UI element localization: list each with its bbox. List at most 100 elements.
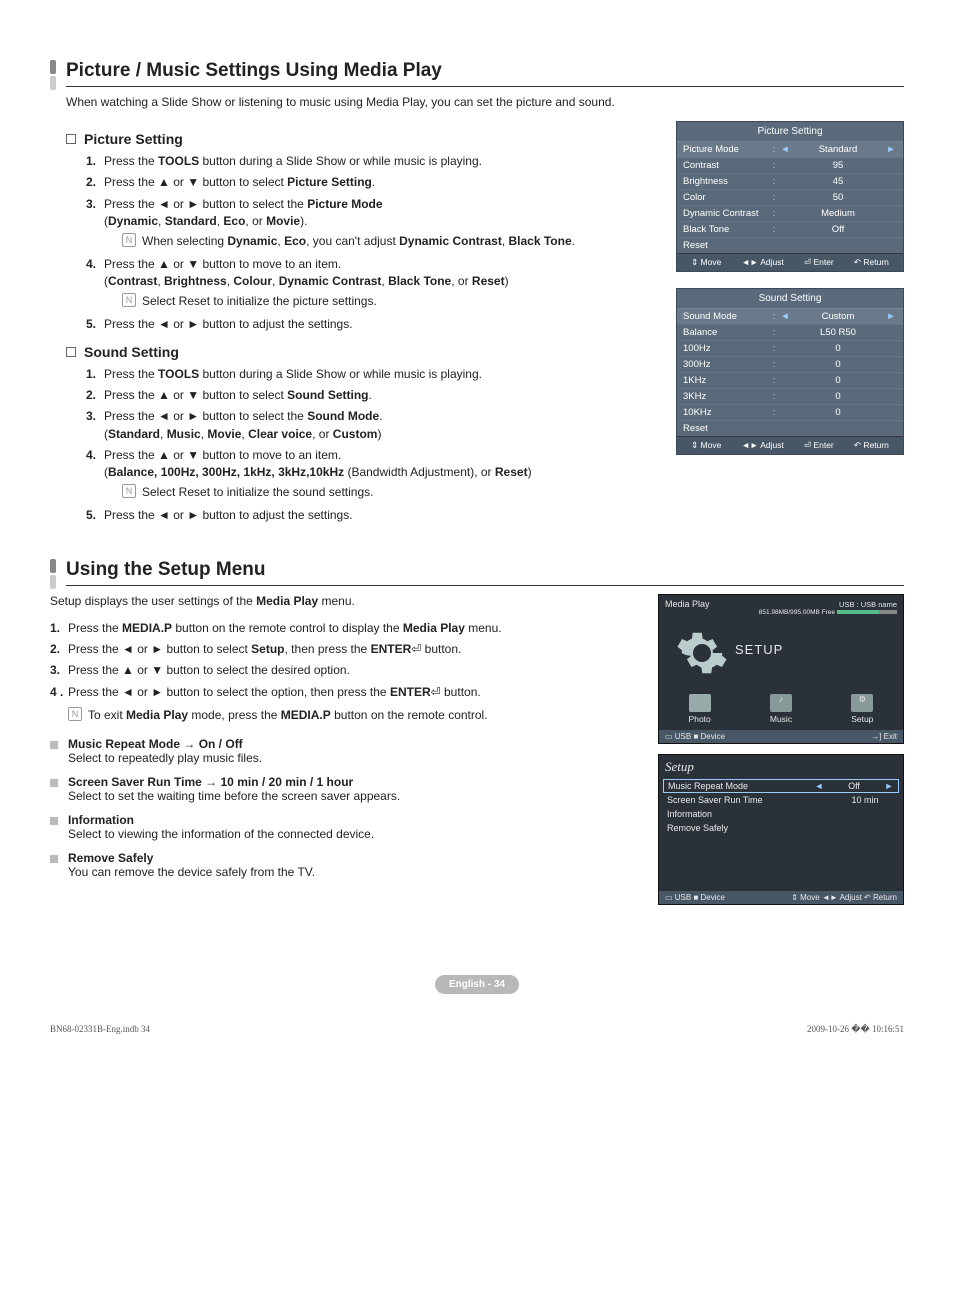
subheading-label: Sound Setting	[84, 344, 179, 360]
osd-row[interactable]: Picture Mode:◄Standard►	[677, 141, 903, 157]
bar-usb: USB	[675, 732, 691, 741]
section-title: Picture / Music Settings Using Media Pla…	[66, 60, 904, 87]
osd-row-label: Picture Mode	[683, 144, 769, 155]
row-value: 10 min	[835, 795, 895, 805]
option-desc: Select to viewing the information of the…	[68, 827, 642, 841]
osd-media-play: Media Play USB : USB name 851.98MB/995.0…	[658, 594, 904, 744]
osd-row-value: 95	[779, 160, 897, 171]
osd-row-value: 0	[779, 391, 897, 402]
osd-row-label: Sound Mode	[683, 311, 769, 322]
osd-row[interactable]: 100Hz:0	[677, 340, 903, 356]
right-arrow-icon[interactable]: ►	[884, 781, 894, 791]
osd-rows: Sound Mode:◄Custom►Balance:L50 R50100Hz:…	[677, 308, 903, 436]
osd-footer: ⇕ Move ◄► Adjust ⏎ Enter ↶ Return	[677, 436, 903, 454]
osd-row[interactable]: Sound Mode:◄Custom►	[677, 308, 903, 324]
picture-steps: 1.Press the TOOLS button during a Slide …	[86, 153, 660, 334]
note-text: To exit Media Play mode, press the MEDIA…	[88, 707, 488, 724]
bar-device: Device	[701, 732, 725, 741]
setup-options-list: Music Repeat Mode → On / OffSelect to re…	[50, 737, 642, 879]
note-text: When selecting Dynamic, Eco, you can't a…	[142, 233, 575, 250]
osd-row-label: Reset	[683, 240, 769, 251]
subheading-picture-setting: Picture Setting	[66, 131, 660, 147]
osd-row-value: 0	[779, 359, 897, 370]
osd-row-value: 50	[779, 192, 897, 203]
setup-osd-row[interactable]: Screen Saver Run Time10 min	[659, 793, 903, 807]
step-text: Press the ◄ or ► button to select the So…	[104, 408, 660, 443]
osd-row[interactable]: Reset	[677, 420, 903, 436]
left-arrow-icon[interactable]: ◄	[814, 781, 824, 791]
step-text: Press the ▲ or ▼ button to move to an it…	[104, 256, 660, 312]
setup-osd-row[interactable]: Music Repeat Mode◄Off►	[663, 779, 899, 793]
square-bullet-icon	[50, 855, 58, 863]
mediaplay-item-music[interactable]: ♪Music	[770, 694, 792, 724]
osd-row-label: Dynamic Contrast	[683, 208, 769, 219]
step-text: Press the ◄ or ► button to adjust the se…	[104, 507, 660, 524]
bar-usb: USB	[675, 893, 691, 902]
osd-row[interactable]: Brightness:45	[677, 173, 903, 189]
osd-row-value: Custom	[791, 311, 885, 322]
osd-rows: Picture Mode:◄Standard►Contrast:95Bright…	[677, 141, 903, 253]
heading-accent	[50, 60, 56, 90]
hint-return: ↶ Return	[854, 440, 889, 451]
osd-title: Sound Setting	[677, 289, 903, 308]
step-text: Press the ▲ or ▼ button to move to an it…	[104, 447, 660, 503]
right-arrow-icon[interactable]: ►	[885, 311, 897, 322]
osd-row[interactable]: 3KHz:0	[677, 388, 903, 404]
step-text: Press the ◄ or ► button to select the op…	[68, 684, 642, 727]
note-text: Select Reset to initialize the sound set…	[142, 484, 373, 501]
step-text: Press the MEDIA.P button on the remote c…	[68, 620, 642, 637]
option-title: Information	[68, 813, 642, 827]
option-title: Remove Safely	[68, 851, 642, 865]
subheading-label: Picture Setting	[84, 131, 183, 147]
sound-steps: 1.Press the TOOLS button during a Slide …	[86, 366, 660, 525]
row-label: Remove Safely	[667, 823, 835, 833]
osd-row[interactable]: Black Tone:Off	[677, 221, 903, 237]
step-text: Press the ▲ or ▼ button to select Sound …	[104, 387, 660, 404]
option-title: Music Repeat Mode → On / Off	[68, 737, 642, 751]
hint-move: ⇕ Move	[691, 257, 721, 268]
step-text: Press the ◄ or ► button to adjust the se…	[104, 316, 660, 333]
step-text: Press the ▲ or ▼ button to select the de…	[68, 662, 642, 679]
osd-row-value: Off	[779, 224, 897, 235]
left-arrow-icon[interactable]: ◄	[779, 144, 791, 155]
osd-row[interactable]: 1KHz:0	[677, 372, 903, 388]
osd-row-value: 45	[779, 176, 897, 187]
music-icon: ♪	[770, 694, 792, 712]
subheading-sound-setting: Sound Setting	[66, 344, 660, 360]
note-icon: N	[122, 293, 136, 307]
print-timestamp: 2009-10-26 �� 10:16:51	[807, 1024, 904, 1035]
setup-osd-row[interactable]: Remove Safely	[659, 821, 903, 835]
setup-osd-row[interactable]: Information	[659, 807, 903, 821]
option-desc: You can remove the device safely from th…	[68, 865, 642, 879]
row-label: Information	[667, 809, 835, 819]
heading-accent	[50, 559, 56, 589]
osd-row-label: Color	[683, 192, 769, 203]
checkbox-outline-icon	[66, 134, 76, 144]
right-arrow-icon[interactable]: ►	[885, 144, 897, 155]
osd-row[interactable]: Dynamic Contrast:Medium	[677, 205, 903, 221]
osd-row[interactable]: Contrast:95	[677, 157, 903, 173]
left-arrow-icon[interactable]: ◄	[779, 311, 791, 322]
osd-row[interactable]: Balance:L50 R50	[677, 324, 903, 340]
hint-adjust: Adjust	[840, 893, 862, 902]
osd-row[interactable]: 300Hz:0	[677, 356, 903, 372]
gear-icon	[675, 626, 729, 682]
hint-adjust: ◄► Adjust	[741, 257, 783, 268]
osd-row[interactable]: 10KHz:0	[677, 404, 903, 420]
hint-return: Return	[873, 893, 897, 902]
osd-row[interactable]: Reset	[677, 237, 903, 253]
mediaplay-item-photo[interactable]: Photo	[689, 694, 711, 724]
storage-bar	[837, 610, 897, 614]
osd-footer: ⇕ Move ◄► Adjust ⏎ Enter ↶ Return	[677, 253, 903, 271]
bar-device: Device	[701, 893, 725, 902]
step-text: Press the TOOLS button during a Slide Sh…	[104, 153, 660, 170]
mediaplay-item-setup[interactable]: ⚙Setup	[851, 694, 873, 724]
step-text: Press the ◄ or ► button to select Setup,…	[68, 641, 642, 658]
osd-row-value: Medium	[779, 208, 897, 219]
hint-enter: ⏎ Enter	[804, 257, 834, 268]
osd-row[interactable]: Color:50	[677, 189, 903, 205]
osd-title: Picture Setting	[677, 122, 903, 141]
osd-row-value: Standard	[791, 144, 885, 155]
square-bullet-icon	[50, 817, 58, 825]
row-value: Off	[824, 781, 884, 791]
